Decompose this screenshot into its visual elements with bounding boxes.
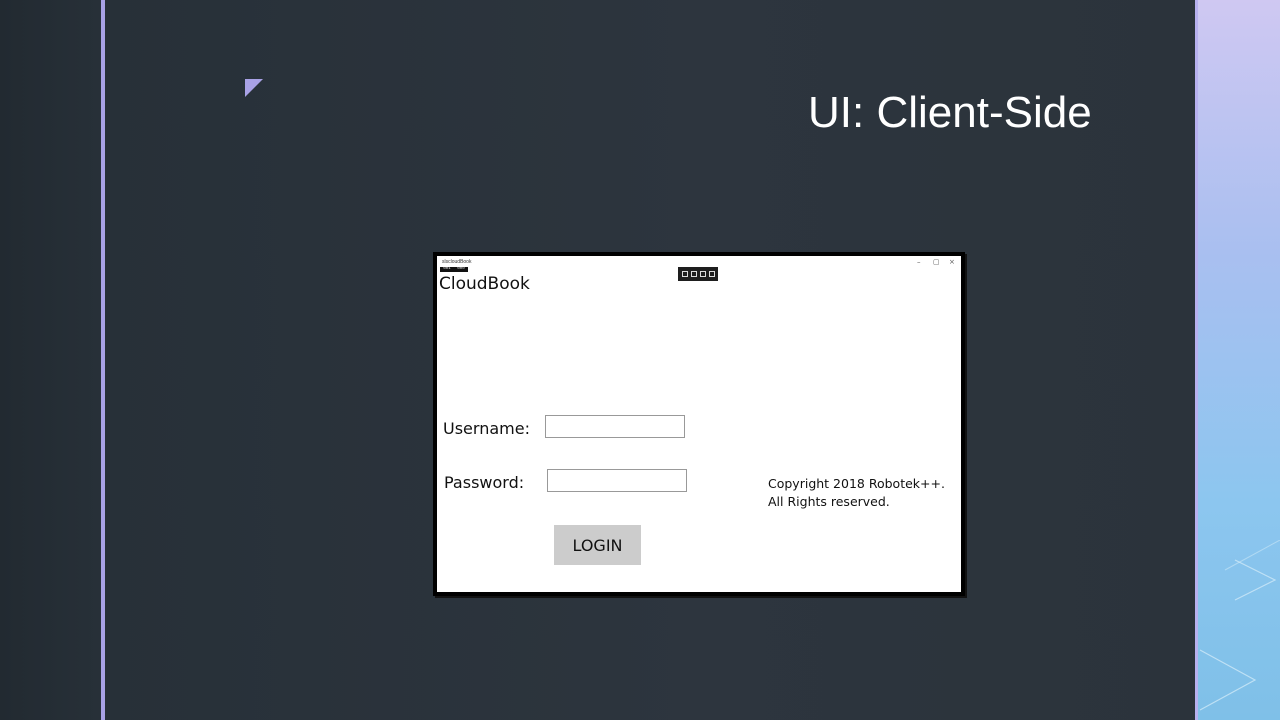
maximize-icon[interactable]: ▢ [933, 258, 940, 266]
login-button[interactable]: LOGIN [554, 525, 641, 565]
copyright-line-1: Copyright 2018 Robotek++. [768, 476, 945, 491]
layout-inspect-icon[interactable] [708, 271, 715, 277]
frame-rate-counter: 001 000 [440, 267, 468, 272]
chevron-decoration [1199, 540, 1280, 711]
copyright-line-2: All Rights reserved. [768, 494, 890, 509]
frame-counter-value: 001 [443, 267, 451, 271]
username-input[interactable] [545, 415, 685, 438]
window-title: slscloudBook [442, 259, 472, 265]
left-accent-bar [101, 0, 105, 720]
app-name-heading: CloudBook [439, 274, 530, 294]
app-window-screenshot: slscloudBook – ▢ × 001 000 CloudBook Use… [433, 252, 965, 596]
password-input[interactable] [547, 469, 687, 492]
frame-counter-value: 000 [457, 267, 465, 271]
select-element-icon[interactable] [681, 271, 688, 277]
username-label: Username: [443, 419, 530, 438]
password-label: Password: [444, 473, 525, 492]
track-focus-icon[interactable] [699, 271, 706, 277]
minimize-icon[interactable]: – [917, 258, 921, 266]
right-decor-panel [1195, 0, 1280, 720]
close-icon[interactable]: × [949, 258, 955, 266]
debug-toolbar [678, 267, 718, 281]
slide-title: UI: Client-Side [808, 88, 1092, 137]
display-adorners-icon[interactable] [690, 271, 697, 277]
corner-triangle-mark [245, 79, 263, 97]
